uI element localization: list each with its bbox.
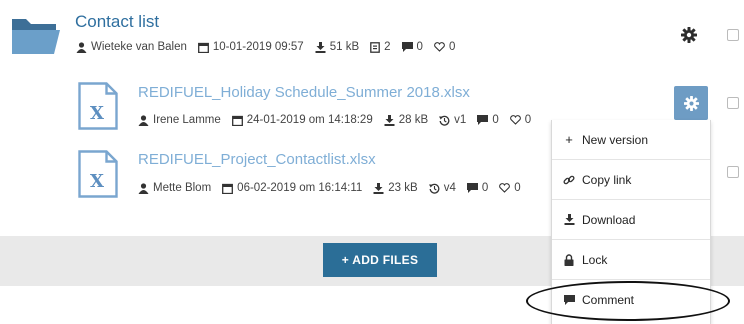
svg-text:X: X xyxy=(90,103,104,124)
file-meta-2: Mette Blom 06-02-2019 om 16:14:11 23 kB … xyxy=(138,182,532,194)
menu-item-copy-link[interactable]: Copy link xyxy=(552,160,710,200)
heart-icon xyxy=(434,42,445,52)
folder-date: 10-01-2019 09:57 xyxy=(212,41,304,53)
file-comments-2: 0 xyxy=(481,182,489,194)
menu-item-label: New version xyxy=(582,132,649,147)
comment-icon xyxy=(477,115,489,125)
file-owner-2: Mette Blom xyxy=(153,182,212,194)
folder-checkbox[interactable] xyxy=(727,29,739,41)
link-icon xyxy=(563,175,575,184)
folder-title[interactable]: Contact list xyxy=(75,12,159,32)
user-icon xyxy=(138,182,149,194)
menu-item-label: Download xyxy=(582,212,636,227)
file-checkbox-2[interactable] xyxy=(727,166,739,178)
history-icon xyxy=(428,183,440,194)
file-size-2: 23 kB xyxy=(388,182,418,194)
gear-icon[interactable] xyxy=(681,27,697,43)
file-name-1[interactable]: REDIFUEL_Holiday Schedule_Summer 2018.xl… xyxy=(138,84,470,101)
menu-item-new-version[interactable]: + New version xyxy=(552,120,710,160)
folder-icon xyxy=(12,19,60,54)
menu-item-download[interactable]: Download xyxy=(552,200,710,240)
lock-icon xyxy=(564,253,574,266)
folder-size: 51 kB xyxy=(329,41,360,53)
highlight-oval xyxy=(526,281,730,321)
excel-file-icon: X xyxy=(78,150,118,198)
folder-likes: 0 xyxy=(448,41,456,53)
files-icon xyxy=(370,41,380,53)
file-date-2: 06-02-2019 om 16:14:11 xyxy=(237,182,363,194)
comment-icon xyxy=(466,183,478,193)
menu-item-lock[interactable]: Lock xyxy=(552,240,710,280)
download-icon xyxy=(315,41,326,53)
folder-comments: 0 xyxy=(416,41,423,53)
comment-icon xyxy=(401,42,413,52)
download-icon xyxy=(373,182,384,194)
excel-file-icon: X xyxy=(78,82,118,130)
file-settings-button-1[interactable] xyxy=(674,86,708,120)
folder-owner: Wieteke van Balen xyxy=(91,41,187,53)
file-likes-1: 0 xyxy=(524,114,532,126)
menu-item-label: Lock xyxy=(582,252,608,267)
download-icon xyxy=(564,214,574,225)
calendar-icon xyxy=(222,183,234,194)
menu-item-label: Copy link xyxy=(582,172,632,187)
calendar-icon xyxy=(231,115,243,126)
file-version-2: v4 xyxy=(443,182,456,194)
gear-icon xyxy=(683,95,699,111)
file-comments-1: 0 xyxy=(492,114,499,126)
heart-icon xyxy=(499,183,511,193)
svg-text:X: X xyxy=(90,171,104,192)
download-icon xyxy=(384,114,395,126)
file-owner-1: Irene Lamme xyxy=(153,114,221,126)
file-likes-2: 0 xyxy=(514,182,521,194)
heart-icon xyxy=(509,115,521,125)
plus-icon: + xyxy=(565,132,573,147)
file-date-1: 24-01-2019 om 14:18:29 xyxy=(246,114,373,126)
calendar-icon xyxy=(197,42,209,53)
user-icon xyxy=(138,114,149,126)
file-meta-1: Irene Lamme 24-01-2019 om 14:18:29 28 kB… xyxy=(138,114,542,126)
folder-file-count: 2 xyxy=(384,41,391,53)
history-icon xyxy=(439,115,450,126)
file-version-1: v1 xyxy=(454,114,467,126)
user-icon xyxy=(76,41,87,53)
folder-meta: Wieteke van Balen 10-01-2019 09:57 51 kB… xyxy=(76,41,466,53)
file-name-2[interactable]: REDIFUEL_Project_Contactlist.xlsx xyxy=(138,151,376,168)
file-checkbox-1[interactable] xyxy=(727,97,739,109)
file-size-1: 28 kB xyxy=(398,114,429,126)
add-files-button[interactable]: + ADD FILES xyxy=(323,243,437,277)
